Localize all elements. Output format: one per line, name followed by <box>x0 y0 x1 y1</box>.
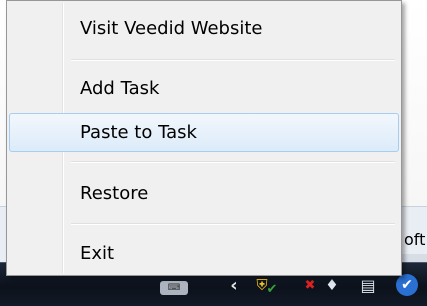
menu-item-label: Add Task <box>80 78 160 99</box>
keyboard-language-icon[interactable]: ⌨ <box>160 281 188 295</box>
menu-item-label: Exit <box>80 243 115 264</box>
background-window-text: oft <box>404 230 426 249</box>
menu-item-add-task[interactable]: Add Task <box>9 69 399 108</box>
show-hidden-icons-chevron-icon[interactable]: ‹ <box>224 275 244 296</box>
volume-icon[interactable]: ♦ <box>322 275 342 295</box>
menu-item-label: Restore <box>80 183 149 204</box>
menu-item-label: Visit Veedid Website <box>80 18 263 39</box>
menu-item-visit-website[interactable]: Visit Veedid Website <box>9 9 399 48</box>
menu-separator <box>71 223 395 225</box>
menu-item-paste-to-task[interactable]: Paste to Task <box>9 113 399 152</box>
error-x-icon[interactable]: ✖ <box>300 275 320 295</box>
tray-context-menu: Visit Veedid Website Add Task Paste to T… <box>6 0 402 276</box>
menu-separator <box>71 161 395 163</box>
menu-item-exit[interactable]: Exit <box>9 234 399 273</box>
veedid-app-icon[interactable]: ✔ <box>396 274 418 296</box>
background-scrollbar[interactable] <box>402 254 427 262</box>
shield-check-icon[interactable]: ✔ <box>262 279 282 299</box>
menu-separator <box>71 59 395 61</box>
network-icon[interactable]: ▤ <box>358 275 378 295</box>
menu-item-restore[interactable]: Restore <box>9 174 399 213</box>
menu-item-label: Paste to Task <box>80 122 197 143</box>
